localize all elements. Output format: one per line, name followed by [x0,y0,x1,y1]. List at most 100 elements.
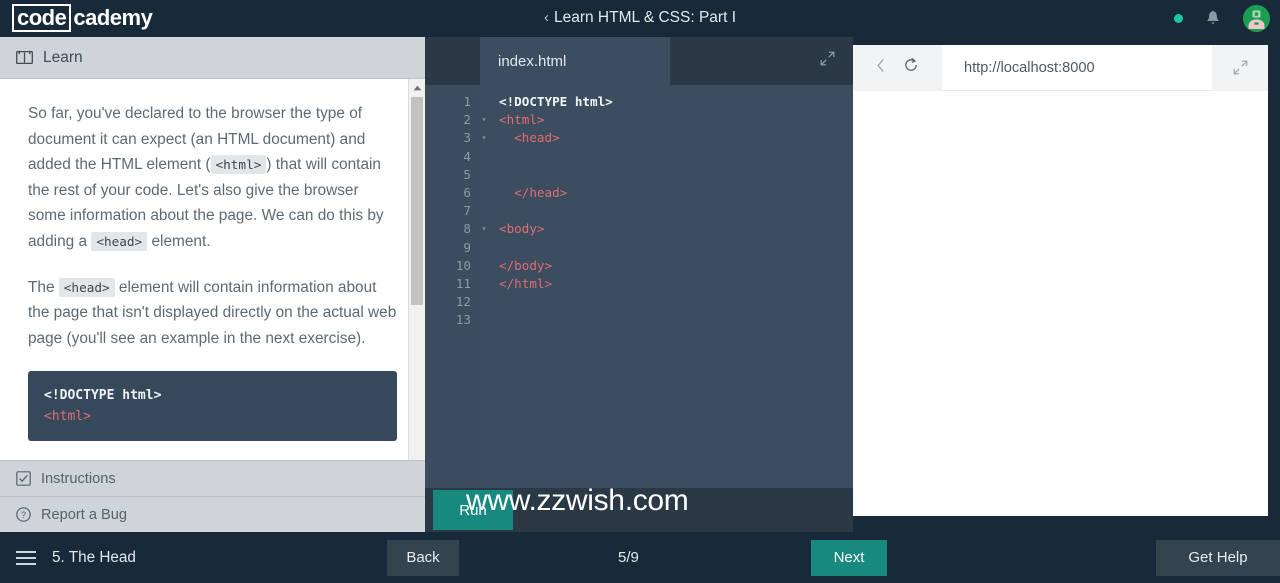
tab-report-a-bug[interactable]: ? Report a Bug [0,496,425,532]
editor-tabbar-spacer [425,37,480,85]
editor-tab-bar: index.html [425,37,853,85]
lesson-text-run: element. [147,232,211,250]
learn-tab-header[interactable]: Learn [0,37,425,79]
question-circle-icon: ? [16,507,41,522]
code-editor-panel: index.html 1 2 3 4 5 6 7 8 9 10 11 12 13 ▾ ▾ ▾ [425,36,853,532]
code-line[interactable] [499,166,853,184]
fold-toggle-icon[interactable]: ▾ [477,129,491,147]
browser-rendered-page [853,91,1268,516]
code-line[interactable] [499,311,853,329]
next-button[interactable]: Next [811,539,887,576]
codecademy-logo[interactable]: code cademy [12,3,153,33]
notification-bell-icon[interactable] [1205,9,1221,27]
editor-tab-index-html[interactable]: index.html [480,37,670,85]
codecademy-app: code cademy ‹ Learn HTML & CSS: Part I L… [0,0,1280,583]
editor-expand-icon[interactable] [820,51,835,71]
editor-tab-label: index.html [498,52,567,70]
code-line[interactable] [499,239,853,257]
line-number: 2 [463,112,471,128]
browser-expand-icon[interactable] [1212,44,1268,91]
user-avatar-icon[interactable] [1243,4,1270,32]
line-number: 10 [455,257,471,273]
tab-instructions-label: Instructions [41,470,116,487]
top-bar: code cademy ‹ Learn HTML & CSS: Part I [0,0,1280,36]
checkbox-icon [16,471,41,486]
line-number: 5 [463,166,471,182]
learn-panel: Learn So far, you've declared to the bro… [0,36,425,532]
lesson-code-sample: <!DOCTYPE html> <html> [28,371,397,442]
line-number: 6 [463,184,471,200]
fold-toggle-icon[interactable]: ▾ [477,111,491,129]
tab-report-a-bug-label: Report a Bug [41,506,127,523]
code-token: <head> [499,130,560,146]
code-line[interactable] [499,148,853,166]
code-line[interactable] [499,293,853,311]
lesson-code-lines: <!DOCTYPE html> <html> [44,385,381,427]
learn-scrollbar[interactable] [408,79,425,460]
browser-nav-controls [853,44,942,91]
lesson-text: So far, you've declared to the browser t… [28,101,397,351]
progress-indicator: 5/9 [618,549,639,566]
editor-fold-markers[interactable]: ▾ ▾ ▾ [477,93,491,488]
code-token: <body> [499,221,545,237]
bottom-bar: 5. The Head Back 5/9 Next Get Help [0,532,1280,583]
editor-footer: Run [425,488,853,532]
lesson-text-run: The [28,278,59,296]
line-number: 7 [463,203,471,219]
scroll-up-arrow-icon[interactable] [409,79,425,96]
browser-toolbar: http://localhost:8000 [853,44,1268,91]
code-line[interactable] [499,202,853,220]
fold-toggle-icon[interactable]: ▾ [477,220,491,238]
code-line[interactable]: </body> [499,257,853,275]
back-button[interactable]: Back [387,539,459,576]
editor-source-code[interactable]: <!DOCTYPE html> <html> <head> </head> <bo… [491,93,853,488]
course-title-bar: ‹ Learn HTML & CSS: Part I [0,9,1280,27]
line-number: 13 [455,312,471,328]
line-number: 8 [463,221,471,237]
code-line[interactable]: </head> [499,184,853,202]
code-token: </html> [499,275,553,291]
line-number: 4 [463,148,471,164]
lesson-title: 5. The Head [52,548,136,566]
editor-code-area[interactable]: 1 2 3 4 5 6 7 8 9 10 11 12 13 ▾ ▾ ▾ <!DOCTYPE html> <ht… [425,85,853,488]
code-sample-line: <!DOCTYPE html> [44,388,162,404]
line-number: 11 [455,275,471,291]
reload-icon[interactable] [903,57,919,78]
code-line[interactable]: <!DOCTYPE html> [499,93,853,111]
learn-bottom-tabs: Instructions ? Report a Bug [0,460,425,532]
editor-tabbar-right [670,37,853,85]
code-line[interactable]: <head> [499,129,853,147]
learn-scrollbar-thumb[interactable] [411,97,423,305]
top-bar-actions [1174,0,1270,36]
course-title[interactable]: Learn HTML & CSS: Part I [554,9,736,26]
online-dot-icon [1174,13,1183,23]
code-line[interactable]: <body> [499,220,853,238]
svg-text:?: ? [21,510,26,520]
run-button[interactable]: Run [433,490,513,530]
code-line[interactable]: <html> [499,111,853,129]
editor-line-numbers: 1 2 3 4 5 6 7 8 9 10 11 12 13 [425,93,477,488]
course-back-chevron-icon[interactable]: ‹ [544,9,549,26]
line-number: 1 [463,94,471,109]
browser-url-bar[interactable]: http://localhost:8000 [942,60,1212,76]
code-token: </head> [499,184,568,200]
tab-instructions[interactable]: Instructions [0,460,425,496]
learn-content: So far, you've declared to the browser t… [0,79,425,460]
get-help-button[interactable]: Get Help [1156,539,1280,576]
back-chevron-icon[interactable] [876,58,886,78]
hamburger-menu-icon[interactable] [16,550,36,565]
line-number: 3 [463,130,471,146]
inline-code: <html> [210,155,267,175]
logo-tail-text: cademy [73,5,153,31]
code-token: <!DOCTYPE html> [499,94,613,109]
code-line[interactable]: </html> [499,275,853,293]
main-workspace: Learn So far, you've declared to the bro… [0,36,1280,532]
